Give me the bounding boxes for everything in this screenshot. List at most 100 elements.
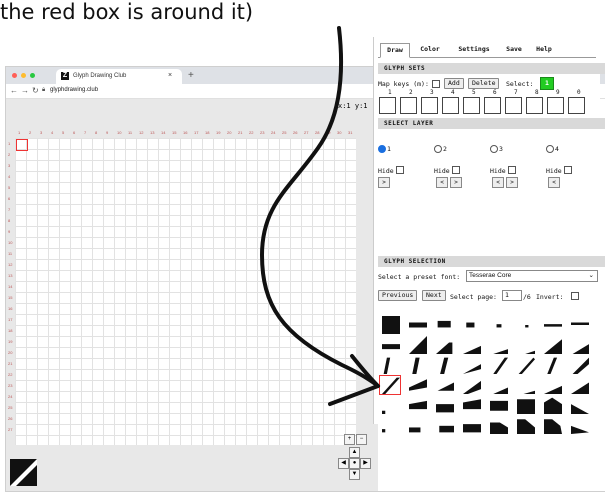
tab-settings[interactable]: Settings	[452, 43, 496, 56]
url-field[interactable]: glyphdrawing.club	[50, 87, 98, 93]
column-number: 4	[51, 130, 54, 135]
move-layer-up-button[interactable]: >	[506, 177, 518, 188]
glyph-option[interactable]	[515, 416, 539, 440]
cursor-cell[interactable]	[16, 139, 28, 151]
previous-page-button[interactable]: Previous	[378, 290, 418, 301]
hide-layer-checkbox[interactable]	[396, 166, 404, 174]
move-right-button[interactable]: ▶	[360, 458, 371, 469]
tab-close-icon[interactable]: ×	[168, 72, 172, 79]
layer-radio[interactable]	[378, 145, 386, 153]
column-number: 30	[337, 130, 342, 135]
row-number: 21	[8, 361, 13, 366]
row-number: 4	[8, 174, 11, 179]
tab-save[interactable]: Save	[502, 43, 526, 56]
glyph-option[interactable]	[380, 416, 404, 440]
column-number: 10	[117, 130, 122, 135]
row-number: 23	[8, 383, 13, 388]
row-number: 27	[8, 427, 13, 432]
glyph-sets-heading: GLYPH SETS	[378, 63, 605, 74]
key-number: 3	[430, 89, 434, 96]
key-slot[interactable]	[484, 97, 501, 114]
tab-draw[interactable]: Draw	[380, 43, 410, 58]
move-left-button[interactable]: ◀	[338, 458, 349, 469]
page-number-input[interactable]: 1	[502, 290, 522, 301]
row-number: 17	[8, 317, 13, 322]
key-number: 2	[409, 89, 413, 96]
invert-checkbox[interactable]	[571, 292, 579, 300]
zoom-controls: + −	[344, 434, 369, 446]
key-slot[interactable]	[442, 97, 459, 114]
key-slot[interactable]	[547, 97, 564, 114]
browser-tab[interactable]: Z Glyph Drawing Club ×	[56, 69, 182, 84]
glyph-option[interactable]	[488, 416, 512, 440]
key-slot[interactable]	[505, 97, 522, 114]
layer-radio[interactable]	[490, 145, 498, 153]
move-layer-down-button[interactable]: <	[436, 177, 448, 188]
chevron-down-icon: ⌄	[588, 272, 594, 279]
glyph-option[interactable]	[569, 416, 593, 440]
preset-font-select[interactable]: Tesserae Core ⌄	[466, 270, 598, 282]
zoom-out-button[interactable]: −	[356, 434, 367, 445]
current-glyph-preview	[10, 459, 37, 486]
key-number: 9	[556, 89, 560, 96]
tab-title: Glyph Drawing Club	[73, 73, 127, 79]
move-down-button[interactable]: ▼	[349, 469, 360, 480]
layer-radio[interactable]	[434, 145, 442, 153]
key-slot[interactable]	[463, 97, 480, 114]
key-number: 4	[451, 89, 455, 96]
tab-help[interactable]: Help	[532, 43, 556, 56]
hide-label: Hide	[490, 167, 506, 175]
layer-radio[interactable]	[546, 145, 554, 153]
next-page-button[interactable]: Next	[422, 290, 446, 301]
hide-layer-checkbox[interactable]	[564, 166, 572, 174]
glyph-option[interactable]	[542, 416, 566, 440]
minimize-window-icon[interactable]	[21, 73, 26, 78]
layer-label: 2	[443, 145, 447, 153]
key-slot[interactable]	[379, 97, 396, 114]
row-number: 16	[8, 306, 13, 311]
column-number: 28	[315, 130, 320, 135]
delete-glyph-set-button[interactable]: Delete	[468, 78, 500, 89]
select-set-label: Select:	[506, 80, 534, 88]
new-tab-button[interactable]: +	[188, 70, 194, 81]
column-number: 15	[172, 130, 177, 135]
key-number: 7	[514, 89, 518, 96]
navigation-icons[interactable]: ←→↻	[10, 86, 42, 95]
hide-label: Hide	[434, 167, 450, 175]
row-number: 25	[8, 405, 13, 410]
close-window-icon[interactable]	[12, 73, 17, 78]
row-number: 24	[8, 394, 13, 399]
hide-layer-checkbox[interactable]	[508, 166, 516, 174]
column-number: 12	[139, 130, 144, 135]
maximize-window-icon[interactable]	[30, 73, 35, 78]
key-map-row: 1 2 3 4 5 6 7 8 9 0	[378, 89, 598, 115]
column-number: 3	[40, 130, 43, 135]
move-layer-down-button[interactable]: <	[492, 177, 504, 188]
glyph-option[interactable]	[434, 416, 458, 440]
key-slot[interactable]	[421, 97, 438, 114]
move-layer-down-button[interactable]: <	[548, 177, 560, 188]
select-layer-heading: SELECT LAYER	[378, 118, 605, 129]
glyph-option[interactable]	[407, 416, 431, 440]
hide-layer-checkbox[interactable]	[452, 166, 460, 174]
key-slot[interactable]	[526, 97, 543, 114]
column-number: 1	[18, 130, 21, 135]
row-number: 12	[8, 262, 13, 267]
key-slot[interactable]	[400, 97, 417, 114]
key-slot[interactable]	[568, 97, 585, 114]
move-up-button[interactable]: ▲	[349, 447, 360, 458]
move-layer-up-button[interactable]: >	[450, 177, 462, 188]
add-glyph-set-button[interactable]: Add	[444, 78, 464, 89]
column-number: 29	[326, 130, 331, 135]
glyph-option[interactable]	[461, 416, 485, 440]
zoom-in-button[interactable]: +	[344, 434, 355, 445]
key-number: 1	[388, 89, 392, 96]
row-number: 1	[8, 141, 11, 146]
center-button[interactable]: ●	[349, 458, 360, 469]
map-keys-checkbox[interactable]	[432, 80, 440, 88]
glyph-option[interactable]	[379, 375, 401, 395]
row-number: 7	[8, 207, 11, 212]
tab-color[interactable]: Color	[416, 43, 444, 56]
drawing-grid[interactable]	[15, 138, 356, 445]
move-layer-up-button[interactable]: >	[378, 177, 390, 188]
